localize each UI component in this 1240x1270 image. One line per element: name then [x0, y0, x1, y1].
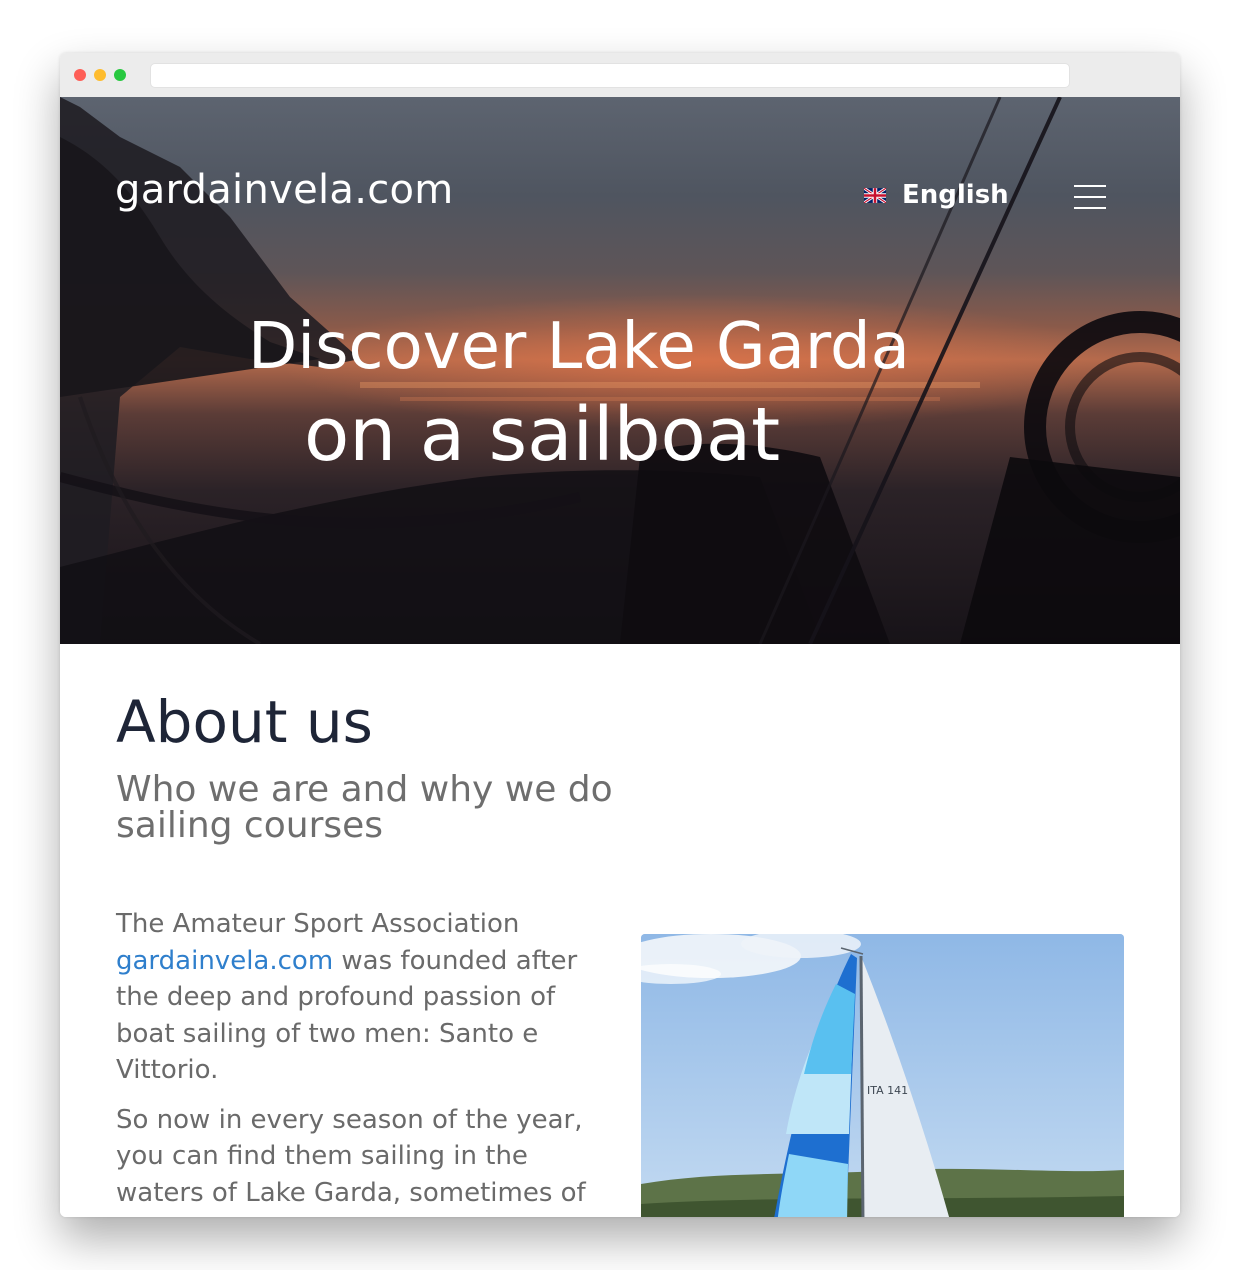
language-label: English	[902, 180, 1009, 210]
about-paragraph-1: The Amateur Sport Association gardainvel…	[116, 909, 578, 1085]
hero-title-line1: Discover Lake Garda	[248, 310, 910, 384]
about-subtitle: Who we are and why we do sailing courses	[116, 769, 613, 846]
uk-flag-icon	[864, 187, 886, 203]
site-logo[interactable]: gardainvela.com	[115, 167, 454, 213]
about-paragraph-2: So now in every season of the year, you …	[116, 1104, 586, 1208]
minimize-window-button[interactable]	[94, 69, 106, 81]
browser-toolbar	[60, 53, 1180, 98]
hamburger-menu-icon[interactable]	[1072, 183, 1108, 211]
hero-section: gardainvela.com English Discover Lake Ga…	[60, 97, 1180, 644]
language-selector[interactable]: English	[864, 180, 1009, 210]
sailboat-photo: ITA 141	[641, 934, 1124, 1217]
browser-window: gardainvela.com English Discover Lake Ga…	[60, 53, 1180, 1217]
gardainvela-link[interactable]: gardainvela.com	[116, 946, 333, 976]
hero-title-line2: on a sailboat	[304, 392, 781, 478]
sailboat-illustration: ITA 141	[641, 934, 1124, 1217]
close-window-button[interactable]	[74, 69, 86, 81]
about-title: About us	[116, 688, 373, 756]
about-text: The Amateur Sport Association gardainvel…	[116, 906, 598, 1217]
about-section: About us Who we are and why we do sailin…	[60, 644, 1180, 1217]
maximize-window-button[interactable]	[114, 69, 126, 81]
address-bar[interactable]	[150, 63, 1070, 88]
sail-number: ITA 141	[867, 1084, 908, 1097]
